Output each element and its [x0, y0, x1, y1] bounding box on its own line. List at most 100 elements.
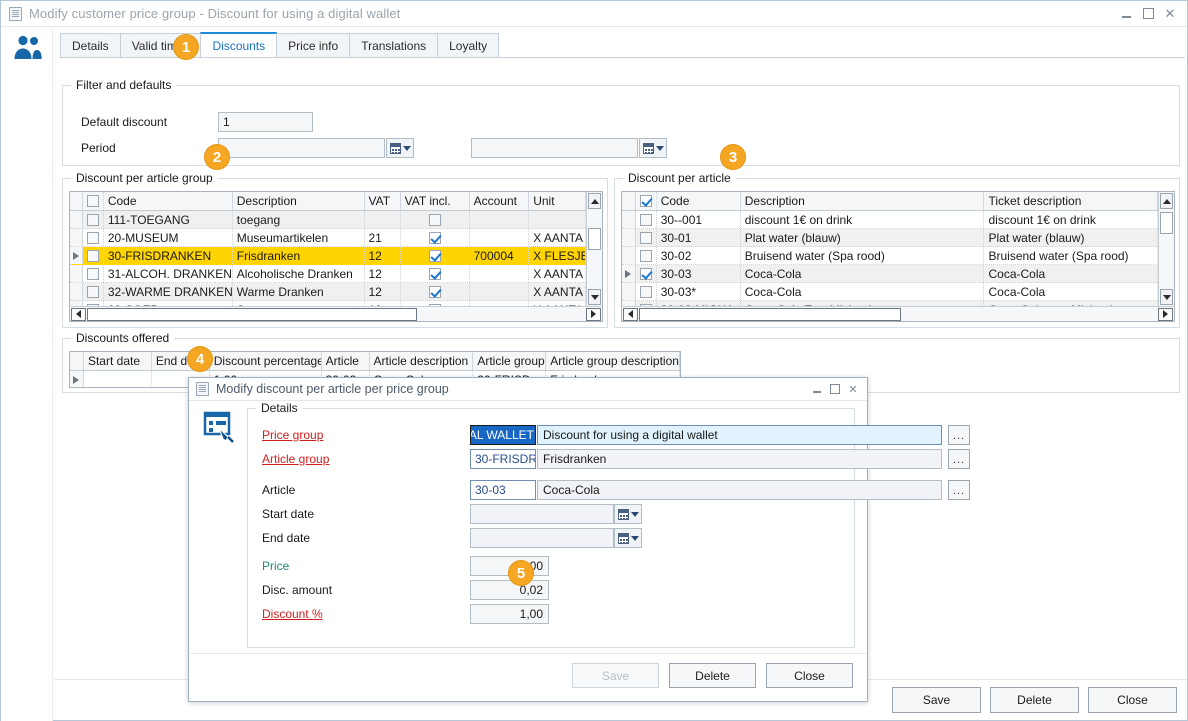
- row-checkbox-cell[interactable]: [636, 265, 657, 282]
- column-header-description[interactable]: Description: [233, 192, 365, 210]
- article-code-input[interactable]: 30-03: [470, 480, 536, 500]
- vat-incl-checkbox[interactable]: [429, 232, 441, 244]
- article-grid[interactable]: Code Description Ticket description 30--…: [621, 191, 1175, 322]
- scroll-left-button[interactable]: [71, 308, 86, 321]
- column-header-ticket-description[interactable]: Ticket description: [984, 192, 1158, 210]
- table-row-selected[interactable]: 30-FRISDRANKEN Frisdranken 12 700004 X F…: [70, 247, 586, 265]
- dialog-close-button[interactable]: ✕: [844, 380, 862, 398]
- period-from-calendar-button[interactable]: [386, 138, 414, 158]
- article-group-browse-button[interactable]: ...: [948, 449, 970, 469]
- column-header-code[interactable]: Code: [104, 192, 233, 210]
- row-checkbox-cell[interactable]: [83, 211, 104, 228]
- table-row[interactable]: 30--001 discount 1€ on drink discount 1€…: [622, 211, 1158, 229]
- discount-percent-input[interactable]: 1,00: [470, 604, 549, 624]
- column-header-discount-percentage[interactable]: Discount percentage: [210, 352, 322, 370]
- disc-amount-input[interactable]: 0,02: [470, 580, 549, 600]
- tab-translations[interactable]: Translations: [349, 33, 438, 57]
- tab-details[interactable]: Details: [60, 33, 121, 57]
- table-row[interactable]: 20-MUSEUM Museumartikelen 21 X AANTA: [70, 229, 586, 247]
- article-group-code-input[interactable]: 30-FRISDR: [470, 449, 536, 469]
- row-checkbox-cell[interactable]: [636, 283, 657, 300]
- table-row[interactable]: 111-TOEGANG toegang: [70, 211, 586, 229]
- row-checkbox-cell[interactable]: [636, 211, 657, 228]
- row-checkbox[interactable]: [640, 250, 652, 262]
- column-header-article[interactable]: Article: [322, 352, 370, 370]
- select-all-checkbox[interactable]: [87, 195, 99, 207]
- table-row[interactable]: 30-02 Bruisend water (Spa rood) Bruisend…: [622, 247, 1158, 265]
- start-date-input[interactable]: [470, 504, 614, 524]
- row-checkbox[interactable]: [640, 268, 652, 280]
- column-header-account[interactable]: Account: [470, 192, 530, 210]
- row-checkbox[interactable]: [640, 286, 652, 298]
- table-row[interactable]: 30-01 Plat water (blauw) Plat water (bla…: [622, 229, 1158, 247]
- dialog-close-button-footer[interactable]: Close: [766, 663, 853, 688]
- row-checkbox-cell[interactable]: [83, 283, 104, 300]
- column-header-code[interactable]: Code: [657, 192, 741, 210]
- row-checkbox[interactable]: [87, 286, 99, 298]
- delete-button[interactable]: Delete: [990, 687, 1079, 713]
- column-header-vat-incl[interactable]: VAT incl.: [401, 192, 470, 210]
- article-grid-hscrollbar[interactable]: [622, 306, 1174, 321]
- tab-discounts[interactable]: Discounts: [200, 32, 277, 57]
- row-checkbox-cell[interactable]: [83, 265, 104, 282]
- period-to-calendar-button[interactable]: [639, 138, 667, 158]
- article-grid-vscrollbar[interactable]: [1158, 192, 1174, 306]
- price-group-browse-button[interactable]: ...: [948, 425, 970, 445]
- vat-incl-checkbox[interactable]: [429, 214, 441, 226]
- dialog-minimize-button[interactable]: [808, 380, 826, 398]
- column-header-start-date[interactable]: Start date: [84, 352, 152, 370]
- scroll-up-button[interactable]: [1160, 193, 1173, 209]
- hscroll-thumb[interactable]: [639, 308, 901, 321]
- scroll-up-button[interactable]: [588, 193, 601, 209]
- vat-incl-checkbox[interactable]: [429, 286, 441, 298]
- end-date-calendar-button[interactable]: [614, 528, 642, 548]
- article-group-grid-vscrollbar[interactable]: [586, 192, 602, 306]
- vscroll-thumb[interactable]: [588, 228, 601, 250]
- save-button[interactable]: Save: [892, 687, 981, 713]
- price-group-description-input[interactable]: Discount for using a digital wallet: [537, 425, 942, 445]
- column-header-vat[interactable]: VAT: [365, 192, 401, 210]
- scroll-down-button[interactable]: [1160, 289, 1173, 305]
- row-checkbox-cell[interactable]: [636, 247, 657, 264]
- table-row[interactable]: 30-03* Coca-Cola Coca-Cola: [622, 283, 1158, 301]
- scroll-right-button[interactable]: [1158, 308, 1173, 321]
- row-checkbox[interactable]: [640, 232, 652, 244]
- dialog-maximize-button[interactable]: [826, 380, 844, 398]
- scroll-right-button[interactable]: [586, 308, 601, 321]
- vscroll-thumb[interactable]: [1160, 212, 1173, 234]
- vat-incl-checkbox[interactable]: [429, 268, 441, 280]
- close-button-main[interactable]: Close: [1088, 687, 1177, 713]
- minimize-button[interactable]: [1115, 4, 1137, 24]
- column-header-unit[interactable]: Unit: [529, 192, 586, 210]
- hscroll-thumb[interactable]: [87, 308, 417, 321]
- article-group-description-input[interactable]: Frisdranken: [537, 449, 942, 469]
- table-row-selected[interactable]: 30-03 Coca-Cola Coca-Cola: [622, 265, 1158, 283]
- row-checkbox-cell[interactable]: [83, 247, 104, 264]
- price-group-code-input[interactable]: AL WALLET: [470, 425, 536, 445]
- end-date-input[interactable]: [470, 528, 614, 548]
- article-description-input[interactable]: Coca-Cola: [537, 480, 942, 500]
- row-checkbox-cell[interactable]: [636, 229, 657, 246]
- row-checkbox[interactable]: [87, 214, 99, 226]
- dialog-delete-button[interactable]: Delete: [669, 663, 756, 688]
- table-row[interactable]: 32-WARME DRANKEN Warme Dranken 12 X AANT…: [70, 283, 586, 301]
- select-all-checkbox-cell[interactable]: [83, 192, 104, 210]
- column-header-article-group-description[interactable]: Article group description: [546, 352, 680, 370]
- article-group-grid-hscrollbar[interactable]: [70, 306, 602, 321]
- row-checkbox[interactable]: [87, 250, 99, 262]
- vat-incl-checkbox[interactable]: [429, 250, 441, 262]
- tab-loyalty[interactable]: Loyalty: [437, 33, 499, 57]
- scroll-down-button[interactable]: [588, 289, 601, 305]
- select-all-checkbox-cell[interactable]: [636, 192, 657, 210]
- default-discount-input[interactable]: 1: [218, 112, 313, 132]
- table-row[interactable]: 31-ALCOH. DRANKEN Alcoholische Dranken 1…: [70, 265, 586, 283]
- article-browse-button[interactable]: ...: [948, 480, 970, 500]
- dialog-save-button[interactable]: Save: [572, 663, 659, 688]
- scroll-left-button[interactable]: [623, 308, 638, 321]
- article-group-grid[interactable]: Code Description VAT VAT incl. Account U…: [69, 191, 603, 322]
- period-to-input[interactable]: [471, 138, 638, 158]
- select-all-checkbox[interactable]: [640, 195, 652, 207]
- close-button[interactable]: ✕: [1159, 4, 1181, 24]
- column-header-article-group[interactable]: Article group: [473, 352, 546, 370]
- column-header-description[interactable]: Description: [741, 192, 985, 210]
